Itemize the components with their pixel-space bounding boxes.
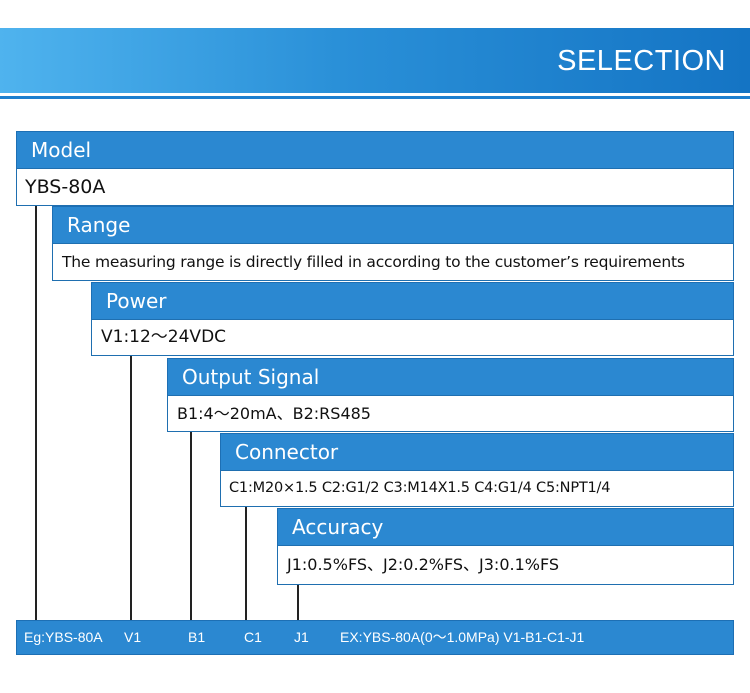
model-value: YBS-80A [16,168,734,206]
accuracy-value: J1:0.5%FS、J2:0.2%FS、J3:0.1%FS [277,545,734,585]
model-label: Model [16,131,734,168]
range-block: Range The measuring range is directly fi… [52,206,734,281]
connector-line-output [190,431,192,620]
connector-label: Connector [220,433,734,470]
accuracy-label: Accuracy [277,508,734,545]
power-value: V1:12～24VDC [91,319,734,356]
example-model: Eg:YBS-80A [24,629,103,645]
range-label: Range [52,206,734,243]
header-underline [0,96,750,99]
power-label: Power [91,282,734,319]
example-output: B1 [188,629,206,645]
power-block: Power V1:12～24VDC [91,282,734,356]
model-block: Model YBS-80A [16,131,734,206]
page-title: SELECTION [557,45,726,77]
output-signal-block: Output Signal B1:4～20mA、B2:RS485 [167,358,734,432]
example-connector: C1 [244,629,262,645]
example-full-code: EX:YBS-80A(0～1.0MPa) V1-B1-C1-J1 [340,629,585,645]
connector-line-accuracy [297,585,299,620]
example-power: V1 [124,629,142,645]
accuracy-block: Accuracy J1:0.5%FS、J2:0.2%FS、J3:0.1%FS [277,508,734,585]
output-signal-label: Output Signal [167,358,734,395]
connector-block: Connector C1:M20×1.5 C2:G1/2 C3:M14X1.5 … [220,433,734,507]
connector-line-power [130,355,132,620]
example-bar: Eg:YBS-80A V1 B1 C1 J1 EX:YBS-80A(0～1.0M… [16,620,734,655]
connector-value: C1:M20×1.5 C2:G1/2 C3:M14X1.5 C4:G1/4 C5… [220,470,734,507]
connector-line-model [35,206,37,620]
output-signal-value: B1:4～20mA、B2:RS485 [167,395,734,432]
range-value: The measuring range is directly filled i… [52,243,734,281]
example-accuracy: J1 [294,629,309,645]
connector-line-connector [245,506,247,620]
